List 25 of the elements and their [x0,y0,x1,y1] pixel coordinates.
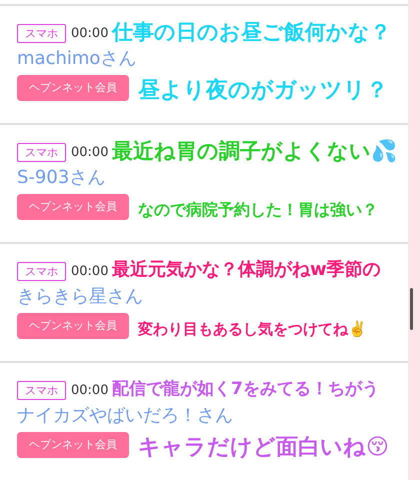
caption-text: なので病院予約した！胃は強い？ [138,199,378,221]
device-tag: スマホ [17,24,66,44]
caption-text: 最近元気かな？体調がねw季節の [112,258,381,282]
member-badge: ヘブンネット会員 [17,432,129,458]
user-name[interactable]: S-903さん [17,166,408,190]
caption-text: キャラだけど面白いね😚 [138,436,389,460]
caption-text: 配信で龍が如く7をみてる！ちがう [112,378,379,401]
device-tag: スマホ [17,262,66,282]
post-time: 00:00 [71,144,108,162]
caption-text: 最近ね胃の調子がよくない💦 [112,139,397,163]
post-time: 00:00 [71,25,108,43]
member-badge: ヘブンネット会員 [17,194,129,220]
member-badge: ヘブンネット会員 [17,312,129,339]
device-tag: スマホ [17,381,66,400]
device-tag: スマホ [17,143,66,162]
member-badge: ヘブンネット会員 [17,74,129,101]
user-name[interactable]: きらきら星さん [17,284,408,308]
caption-text: 仕事の日のお昼ご飯何かな？ [112,20,391,44]
post-time: 00:00 [71,382,108,400]
post-time: 00:00 [71,263,108,281]
scroll-thumb [410,288,413,330]
caption-text: 昼より夜のがガッツリ？ [138,79,388,103]
user-name[interactable]: machimoさん [17,46,408,70]
caption-text: 変わり目もあるし気をつけてね✌ [138,319,367,340]
user-name[interactable]: ナイカズやばいだろ！さん [17,404,408,428]
